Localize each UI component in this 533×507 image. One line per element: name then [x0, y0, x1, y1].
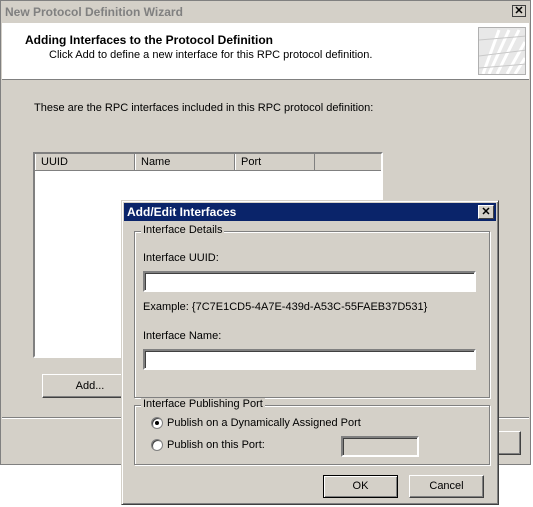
- interface-name-label: Interface Name:: [143, 330, 222, 342]
- ok-button[interactable]: OK: [323, 475, 398, 498]
- wizard-heading: Adding Interfaces to the Protocol Defini…: [25, 33, 274, 47]
- interface-publishing-port-group: Interface Publishing Port Publish on a D…: [134, 398, 490, 465]
- close-icon: ✕: [514, 5, 524, 17]
- wizard-title: New Protocol Definition Wizard: [5, 5, 183, 19]
- dialog-close-button[interactable]: ✕: [478, 205, 494, 219]
- interface-uuid-label: Interface UUID:: [143, 252, 219, 264]
- wizard-titlebar[interactable]: New Protocol Definition Wizard ✕: [2, 2, 529, 22]
- dialog-title: Add/Edit Interfaces: [127, 205, 237, 219]
- uuid-example-text: Example: {7C7E1CD5-4A7E-439d-A53C-55FAEB…: [143, 301, 428, 313]
- radio-specific-port[interactable]: [151, 439, 163, 451]
- interface-details-group: Interface Details Interface UUID: Exampl…: [134, 224, 490, 398]
- interfaces-intro-text: These are the RPC interfaces included in…: [34, 102, 374, 114]
- dialog-titlebar[interactable]: Add/Edit Interfaces ✕: [124, 203, 496, 221]
- port-number-input[interactable]: [341, 436, 419, 457]
- column-header-name[interactable]: Name: [135, 154, 235, 170]
- wizard-header: Adding Interfaces to the Protocol Defini…: [2, 23, 529, 80]
- radio-specific-port-label[interactable]: Publish on this Port:: [167, 439, 265, 451]
- publishing-port-label: Interface Publishing Port: [141, 398, 265, 410]
- close-icon: ✕: [481, 206, 491, 218]
- wizard-banner-icon: [478, 27, 526, 75]
- add-edit-interfaces-dialog: Add/Edit Interfaces ✕ Interface Details …: [121, 200, 499, 505]
- wizard-close-button[interactable]: ✕: [512, 5, 526, 17]
- column-header-uuid[interactable]: UUID: [35, 154, 135, 170]
- interface-name-input[interactable]: [143, 349, 476, 370]
- column-header-port[interactable]: Port: [235, 154, 315, 170]
- radio-dynamic-port-label[interactable]: Publish on a Dynamically Assigned Port: [167, 417, 361, 429]
- list-header: UUID Name Port: [35, 154, 381, 171]
- wizard-subheading: Click Add to define a new interface for …: [49, 49, 373, 61]
- interface-details-label: Interface Details: [141, 224, 225, 236]
- cancel-button[interactable]: Cancel: [409, 475, 484, 498]
- radio-dynamic-port[interactable]: [151, 417, 163, 429]
- interface-uuid-input[interactable]: [143, 271, 476, 292]
